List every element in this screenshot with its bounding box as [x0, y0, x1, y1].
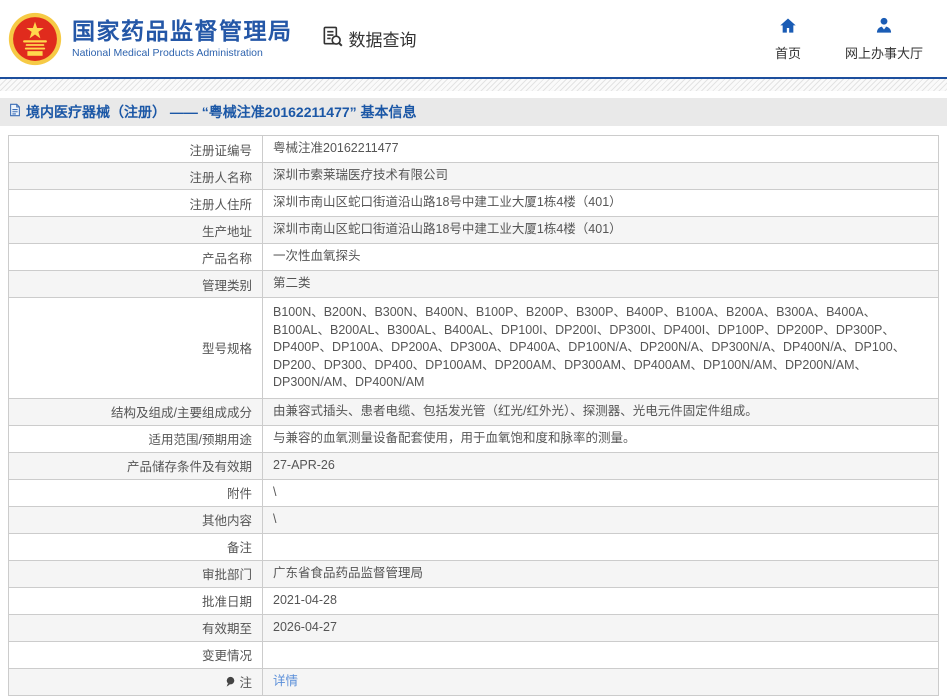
page-title-bar: 境内医疗器械（注册） —— “粤械注准20162211477” 基本信息 [0, 98, 947, 126]
row-value: 详情 [263, 669, 938, 695]
table-row-production-address: 生产地址 深圳市南山区蛇口街道沿山路18号中建工业大厦1栋4楼（401） [9, 217, 938, 244]
data-query-section[interactable]: 数据查询 [321, 25, 417, 53]
row-label: 型号规格 [9, 298, 263, 398]
row-label: 变更情况 [9, 642, 263, 668]
nav-home[interactable]: 首页 [775, 16, 801, 62]
row-label: 注册人名称 [9, 163, 263, 189]
table-row-intended-use: 适用范围/预期用途 与兼容的血氧测量设备配套使用，用于血氧饱和度和脉率的测量。 [9, 426, 938, 453]
row-value: 深圳市索莱瑞医疗技术有限公司 [263, 163, 938, 189]
data-query-label: 数据查询 [349, 26, 417, 51]
nav-online-service-hall[interactable]: 网上办事大厅 [845, 16, 923, 62]
row-label: 生产地址 [9, 217, 263, 243]
table-row-model-specs: 型号规格 B100N、B200N、B300N、B400N、B100P、B200P… [9, 298, 938, 399]
nav-online-service-hall-label: 网上办事大厅 [845, 43, 923, 62]
row-value: 由兼容式插头、患者电缆、包括发光管（红光/红外光）、探测器、光电元件固定件组成。 [263, 399, 938, 425]
balloon-icon [224, 676, 236, 688]
row-label: 审批部门 [9, 561, 263, 587]
row-label: 有效期至 [9, 615, 263, 641]
document-icon [8, 103, 22, 122]
home-icon [778, 16, 798, 39]
row-label: 附件 [9, 480, 263, 506]
agency-name-zh: 国家药品监督管理局 [72, 18, 293, 44]
row-label: 其他内容 [9, 507, 263, 533]
row-label: 结构及组成/主要组成成分 [9, 399, 263, 425]
row-value: 深圳市南山区蛇口街道沿山路18号中建工业大厦1栋4楼（401） [263, 217, 938, 243]
row-label: 注 [9, 669, 263, 695]
nav-home-label: 首页 [775, 43, 801, 62]
row-value: 第二类 [263, 271, 938, 297]
agency-title-block: 国家药品监督管理局 National Medical Products Admi… [72, 18, 293, 58]
table-row-attachment: 附件 \ [9, 480, 938, 507]
row-label: 注册证编号 [9, 136, 263, 162]
row-label: 产品储存条件及有效期 [9, 453, 263, 479]
user-icon [874, 16, 894, 39]
table-row-approval-date: 批准日期 2021-04-28 [9, 588, 938, 615]
table-row-approval-department: 审批部门 广东省食品药品监督管理局 [9, 561, 938, 588]
table-row-storage-validity: 产品储存条件及有效期 27-APR-26 [9, 453, 938, 480]
row-value: B100N、B200N、B300N、B400N、B100P、B200P、B300… [263, 298, 938, 398]
table-row-registrant-name: 注册人名称 深圳市索莱瑞医疗技术有限公司 [9, 163, 938, 190]
registration-detail-table: 注册证编号 粤械注准20162211477 注册人名称 深圳市索莱瑞医疗技术有限… [8, 135, 939, 696]
row-value: \ [263, 480, 938, 506]
row-value: 一次性血氧探头 [263, 244, 938, 270]
table-row-remarks: 备注 [9, 534, 938, 561]
table-row-management-class: 管理类别 第二类 [9, 271, 938, 298]
row-label: 管理类别 [9, 271, 263, 297]
row-value [263, 642, 938, 668]
row-value: 深圳市南山区蛇口街道沿山路18号中建工业大厦1栋4楼（401） [263, 190, 938, 216]
row-value: 2021-04-28 [263, 588, 938, 614]
table-row-registration-number: 注册证编号 粤械注准20162211477 [9, 136, 938, 163]
national-emblem-logo [8, 12, 62, 66]
row-label: 批准日期 [9, 588, 263, 614]
row-value: \ [263, 507, 938, 533]
row-value: 27-APR-26 [263, 453, 938, 479]
row-label: 适用范围/预期用途 [9, 426, 263, 452]
row-label: 产品名称 [9, 244, 263, 270]
details-link[interactable]: 详情 [273, 673, 298, 691]
row-label: 备注 [9, 534, 263, 560]
table-row-note: 注 详情 [9, 669, 938, 696]
table-row-product-name: 产品名称 一次性血氧探头 [9, 244, 938, 271]
table-row-structure-composition: 结构及组成/主要组成成分 由兼容式插头、患者电缆、包括发光管（红光/红外光）、探… [9, 399, 938, 426]
hatched-band [0, 79, 947, 91]
row-value: 粤械注准20162211477 [263, 136, 938, 162]
table-row-change-status: 变更情况 [9, 642, 938, 669]
document-search-icon [321, 25, 344, 53]
table-row-valid-until: 有效期至 2026-04-27 [9, 615, 938, 642]
table-row-registrant-address: 注册人住所 深圳市南山区蛇口街道沿山路18号中建工业大厦1栋4楼（401） [9, 190, 938, 217]
row-value: 广东省食品药品监督管理局 [263, 561, 938, 587]
agency-name-en: National Medical Products Administration [72, 47, 293, 59]
row-value [263, 534, 938, 560]
table-row-other-content: 其他内容 \ [9, 507, 938, 534]
header-nav: 首页 网上办事大厅 [775, 16, 923, 62]
header: 国家药品监督管理局 National Medical Products Admi… [0, 0, 947, 77]
row-value: 2026-04-27 [263, 615, 938, 641]
row-label: 注册人住所 [9, 190, 263, 216]
page-title: 境内医疗器械（注册） —— “粤械注准20162211477” 基本信息 [26, 102, 417, 122]
row-value: 与兼容的血氧测量设备配套使用，用于血氧饱和度和脉率的测量。 [263, 426, 938, 452]
